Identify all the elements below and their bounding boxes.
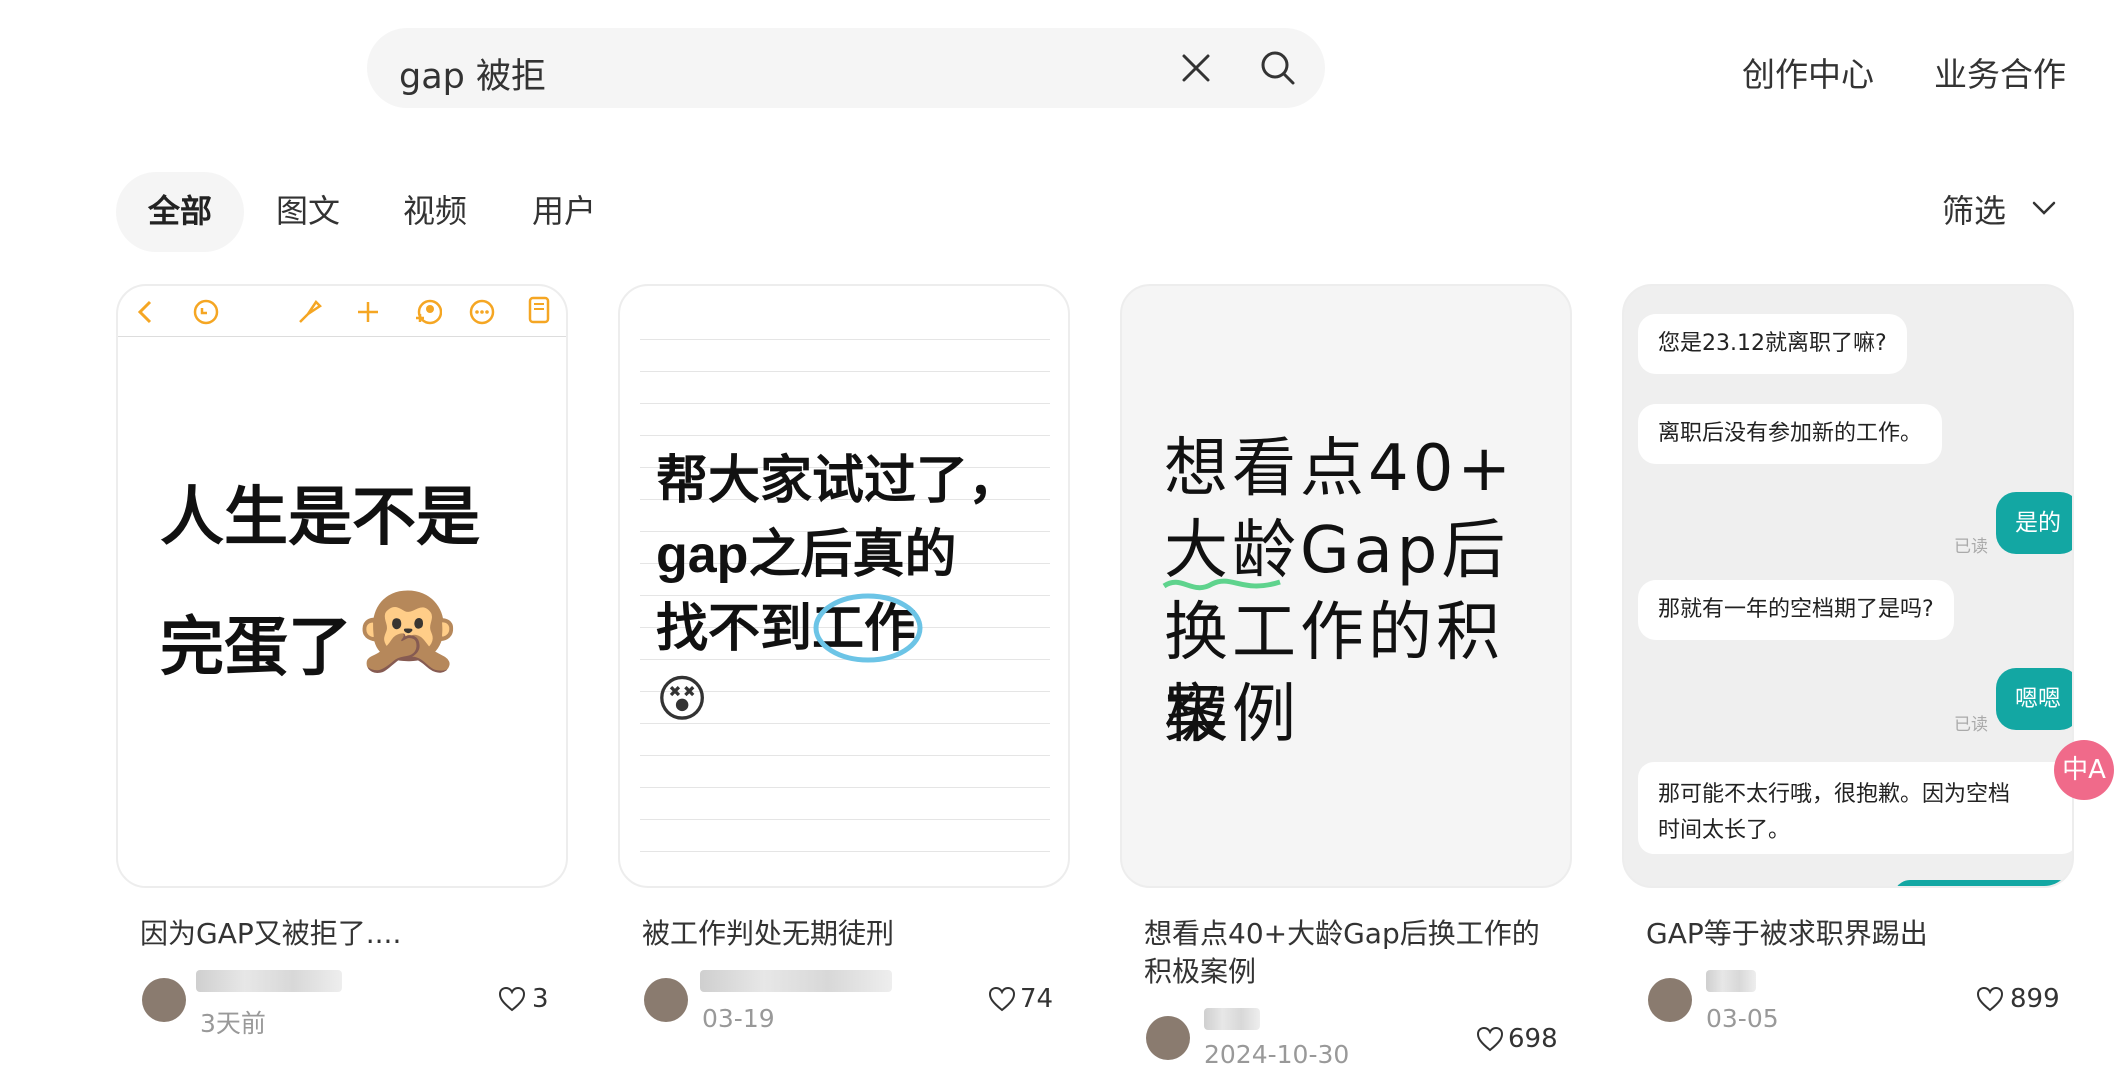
undo-icon bbox=[193, 299, 219, 325]
note-card-2[interactable]: 帮大家试过了， gap之后真的 找不到工作 😵 bbox=[618, 284, 1070, 888]
plus-icon bbox=[358, 302, 378, 322]
tab-video[interactable]: 视频 bbox=[403, 186, 467, 232]
note-title[interactable]: 被工作判处无期徒刑 bbox=[642, 914, 894, 954]
like-count: 899 bbox=[2010, 984, 2060, 1014]
author-name-blurred[interactable] bbox=[1706, 970, 1756, 992]
chat-reply-partial bbox=[1894, 880, 2072, 886]
chat-message: 那就有一年的空档期了是吗? bbox=[1638, 580, 1954, 640]
like-count: 3 bbox=[532, 984, 549, 1014]
cover-text-line-2: gap之后真的 bbox=[656, 526, 957, 584]
avatar[interactable] bbox=[1146, 1016, 1190, 1060]
read-receipt: 已读 bbox=[1954, 537, 1988, 557]
chat-reply: 是的 bbox=[1996, 492, 2072, 554]
cover-text-line-4: 案例 bbox=[1164, 678, 1300, 752]
note-title-line-2[interactable]: 积极案例 bbox=[1144, 952, 1256, 992]
cover-text-line-2: 完蛋了 bbox=[160, 611, 352, 683]
tab-user[interactable]: 用户 bbox=[532, 186, 596, 232]
note-icon bbox=[528, 296, 550, 324]
search-icon[interactable] bbox=[1258, 48, 1298, 88]
heart-icon[interactable] bbox=[988, 986, 1016, 1012]
chat-line-1: 那可能不太行哦，很抱歉。因为空档 bbox=[1658, 782, 2011, 807]
avatar[interactable] bbox=[644, 978, 688, 1022]
avatar[interactable] bbox=[1648, 978, 1692, 1022]
brush-icon bbox=[299, 300, 322, 323]
note-title-line-1[interactable]: 想看点40+大龄Gap后换工作的 bbox=[1144, 914, 1540, 954]
back-icon bbox=[137, 300, 152, 324]
monkey-emoji: 🙊 bbox=[352, 576, 465, 681]
like-count: 698 bbox=[1508, 1024, 1558, 1054]
filter-button[interactable]: 筛选 bbox=[1942, 186, 2006, 232]
like-count: 74 bbox=[1020, 984, 1054, 1014]
more-icon bbox=[469, 299, 495, 325]
cover-text-line-1: 想看点40+ bbox=[1164, 432, 1516, 506]
note-title[interactable]: GAP等于被求职界踢出 bbox=[1646, 914, 1928, 954]
author-name-blurred[interactable] bbox=[196, 970, 342, 992]
heart-icon[interactable] bbox=[1476, 1026, 1504, 1052]
cover-text-line-1: 帮大家试过了， bbox=[656, 452, 1021, 510]
read-receipt: 已读 bbox=[1954, 715, 1988, 735]
note-card-1[interactable]: 人生是不是 完蛋了 🙊 bbox=[116, 284, 568, 888]
cover-toolbar bbox=[118, 286, 566, 337]
translate-button[interactable]: 中A bbox=[2054, 740, 2114, 800]
business-link[interactable]: 业务合作 bbox=[1934, 48, 2066, 96]
note-title[interactable]: 因为GAP又被拒了.... bbox=[140, 914, 401, 954]
author-name-blurred[interactable] bbox=[700, 970, 892, 992]
heart-icon[interactable] bbox=[498, 986, 526, 1012]
post-date: 2024-10-30 bbox=[1204, 1040, 1350, 1069]
tab-all[interactable]: 全部 bbox=[148, 186, 212, 232]
post-date: 03-19 bbox=[702, 1004, 775, 1033]
chat-message-long: 那可能不太行哦，很抱歉。因为空档 时间太长了。 bbox=[1638, 762, 2072, 854]
chevron-down-icon[interactable] bbox=[2030, 198, 2058, 218]
chat-message: 您是23.12就离职了嘛? bbox=[1638, 314, 1907, 374]
search-input[interactable]: gap 被拒 bbox=[399, 48, 546, 99]
avatar[interactable] bbox=[142, 978, 186, 1022]
chat-message: 离职后没有参加新的工作。 bbox=[1638, 404, 1943, 464]
chat-reply: 嗯嗯 bbox=[1996, 668, 2072, 730]
tab-image-text[interactable]: 图文 bbox=[276, 186, 340, 232]
author-name-blurred[interactable] bbox=[1204, 1008, 1260, 1030]
chat-line-2: 时间太长了。 bbox=[1658, 818, 1791, 843]
heart-icon[interactable] bbox=[1976, 986, 2004, 1012]
note-card-3[interactable]: 想看点40+ 大龄Gap后 换工作的积极 案例 bbox=[1120, 284, 1572, 888]
post-date: 03-05 bbox=[1706, 1004, 1779, 1033]
cover-text-line-1: 人生是不是 bbox=[160, 481, 480, 553]
post-date: 3天前 bbox=[200, 1009, 266, 1038]
close-icon[interactable] bbox=[1178, 50, 1214, 86]
add-person-icon bbox=[416, 299, 442, 325]
dizzy-emoji: 😵 bbox=[656, 670, 709, 728]
highlight-circle bbox=[813, 593, 923, 663]
note-card-4[interactable]: 您是23.12就离职了嘛? 离职后没有参加新的工作。 是的 已读 那就有一年的空… bbox=[1622, 284, 2074, 888]
creator-center-link[interactable]: 创作中心 bbox=[1742, 48, 1874, 96]
